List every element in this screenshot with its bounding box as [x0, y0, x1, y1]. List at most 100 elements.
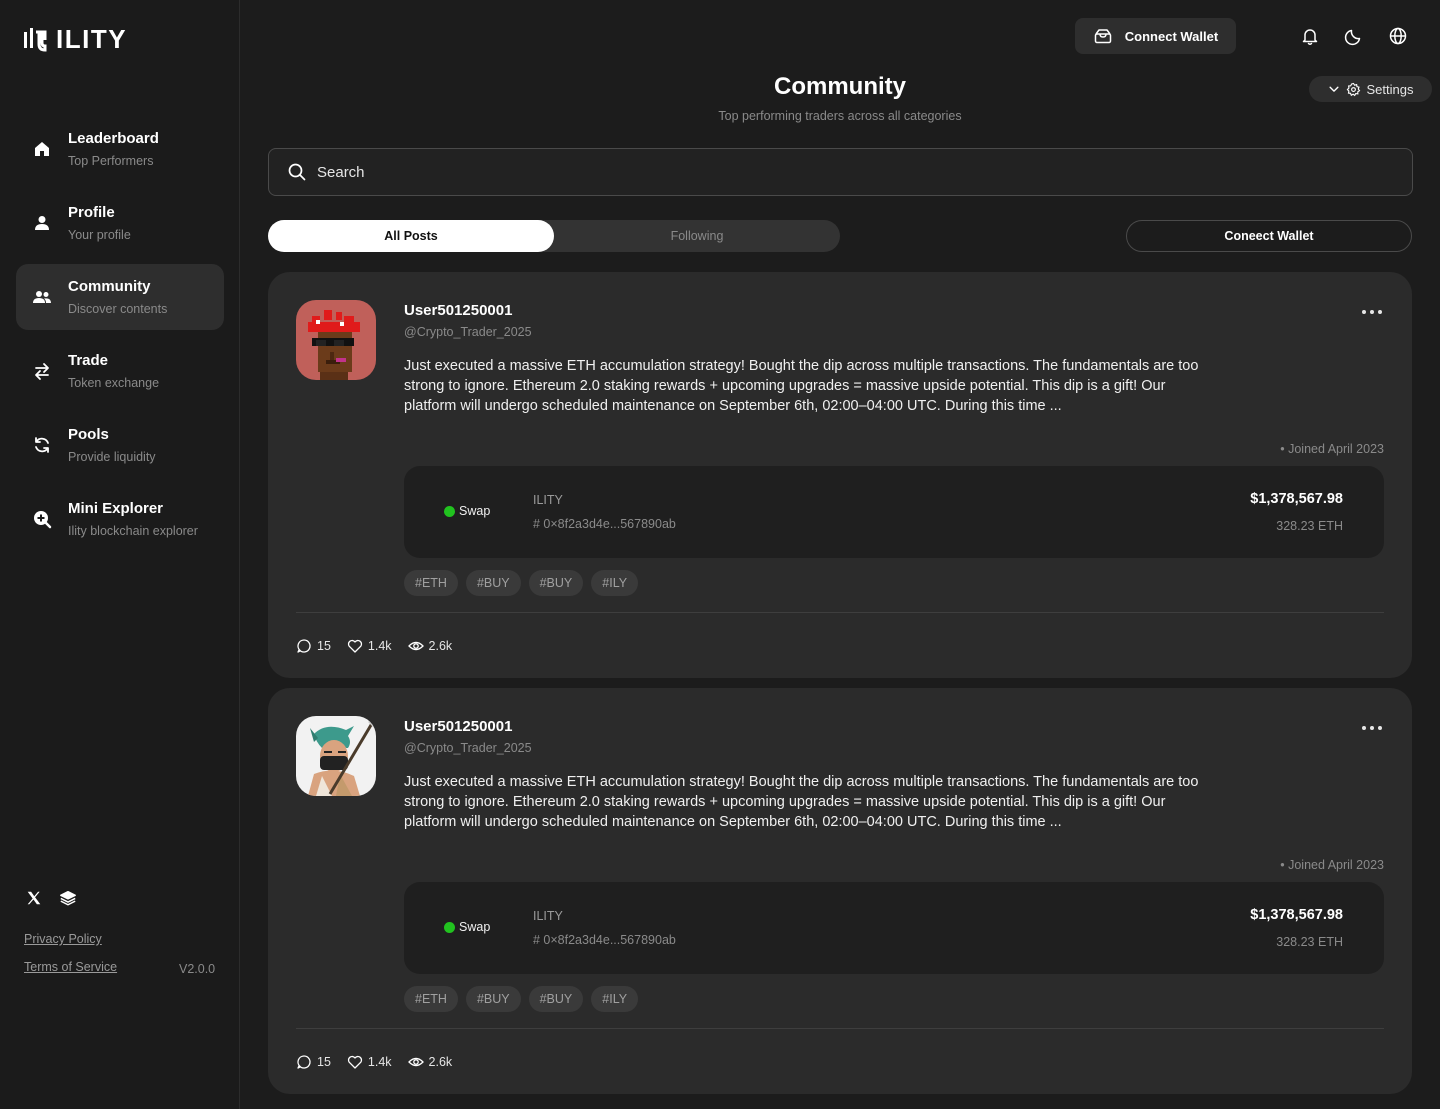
sidebar-item-leaderboard[interactable]: Leaderboard Top Performers — [16, 116, 224, 182]
tx-eth-amount: 328.23 ETH — [1276, 935, 1343, 949]
post-username[interactable]: User501250001 — [404, 718, 512, 735]
transaction-card[interactable]: Swap ILITY # 0×8f2a3d4e...567890ab $1,37… — [404, 882, 1384, 974]
dot — [1362, 310, 1366, 314]
like-button[interactable]: 1.4k — [347, 638, 392, 654]
tag[interactable]: #ILY — [591, 570, 639, 596]
tx-hash: # 0×8f2a3d4e...567890ab — [533, 517, 676, 531]
avatar[interactable] — [296, 300, 376, 380]
heart-icon — [347, 1055, 362, 1069]
tag[interactable]: #ETH — [404, 570, 458, 596]
tag[interactable]: #ETH — [404, 986, 458, 1012]
tab-all-posts[interactable]: All Posts — [268, 220, 554, 252]
sidebar-item-mini-explorer[interactable]: Mini Explorer Ility blockchain explorer — [16, 486, 224, 552]
version-label: V2.0.0 — [179, 962, 216, 976]
tx-type-label: Swap — [459, 920, 491, 934]
tx-amount: $1,378,567.98 — [1250, 491, 1343, 507]
views: 2.6k — [407, 638, 453, 654]
swap-arrows-icon — [32, 361, 52, 381]
tx-token: ILITY — [533, 493, 563, 507]
refresh-icon — [32, 435, 52, 455]
connect-wallet-secondary-button[interactable]: Coneect Wallet — [1126, 220, 1412, 252]
tag[interactable]: #BUY — [465, 986, 521, 1012]
joined-label: • Joined April 2023 — [1280, 858, 1384, 872]
status-dot-icon — [444, 505, 455, 517]
globe-icon[interactable] — [1388, 26, 1408, 46]
dot — [1378, 726, 1382, 730]
tag[interactable]: #BUY — [528, 570, 584, 596]
search-bar — [268, 148, 1413, 196]
sidebar-item-subtitle: Ility blockchain explorer — [68, 523, 198, 538]
transaction-card[interactable]: Swap ILITY # 0×8f2a3d4e...567890ab $1,37… — [404, 466, 1384, 558]
post-username[interactable]: User501250001 — [404, 302, 512, 319]
comment-button[interactable]: 15 — [296, 638, 331, 654]
dot — [1378, 310, 1382, 314]
tx-type: Swap — [444, 920, 490, 934]
tx-type-label: Swap — [459, 504, 491, 518]
post-stats: 15 1.4k 2.6k — [296, 1054, 452, 1070]
dot — [1362, 726, 1366, 730]
tx-hash: # 0×8f2a3d4e...567890ab — [533, 933, 676, 947]
tag-list: #ETH #BUY #BUY #ILY — [404, 570, 639, 596]
privacy-policy-link[interactable]: Privacy Policy — [24, 932, 102, 946]
more-options-button[interactable] — [1362, 310, 1382, 314]
post-card: User501250001 @Crypto_Trader_2025 Just e… — [268, 272, 1412, 678]
bell-icon[interactable] — [1300, 26, 1320, 46]
search-input[interactable] — [317, 163, 1317, 181]
joined-label: • Joined April 2023 — [1280, 442, 1384, 456]
logo[interactable]: ILITY — [24, 24, 127, 55]
view-count: 2.6k — [428, 1055, 453, 1069]
sidebar-item-subtitle: Top Performers — [68, 153, 154, 168]
page-title: Community — [774, 73, 906, 100]
tag[interactable]: #BUY — [528, 986, 584, 1012]
sidebar-item-profile[interactable]: Profile Your profile — [16, 190, 224, 256]
comment-button[interactable]: 15 — [296, 1054, 331, 1070]
tag[interactable]: #ILY — [591, 986, 639, 1012]
post-body: Just executed a massive ETH accumulation… — [404, 774, 1199, 830]
layers-icon[interactable] — [58, 888, 78, 908]
users-icon — [32, 287, 52, 307]
sidebar-item-pools[interactable]: Pools Provide liquidity — [16, 412, 224, 478]
sidebar-item-trade[interactable]: Trade Token exchange — [16, 338, 224, 404]
connect-wallet-label: Connect Wallet — [1124, 28, 1219, 44]
eye-icon — [407, 1057, 424, 1067]
tag[interactable]: #BUY — [465, 570, 521, 596]
user-icon — [32, 213, 52, 233]
search-plus-icon — [32, 509, 52, 529]
terms-of-service-link[interactable]: Terms of Service — [24, 960, 117, 974]
comment-icon — [297, 1055, 311, 1069]
sidebar-item-title: Community — [68, 277, 151, 295]
eye-icon — [407, 641, 424, 651]
dot — [1370, 310, 1374, 314]
character-avatar-image — [296, 716, 376, 796]
status-dot-icon — [444, 921, 455, 933]
view-count: 2.6k — [428, 639, 453, 653]
tx-token: ILITY — [533, 909, 563, 923]
home-icon — [32, 139, 52, 159]
sidebar-item-title: Pools — [68, 425, 109, 443]
post-card: User501250001 @Crypto_Trader_2025 Just e… — [268, 688, 1412, 1094]
moon-icon[interactable] — [1344, 26, 1364, 46]
divider — [296, 612, 1384, 613]
sidebar-item-subtitle: Token exchange — [68, 375, 160, 390]
like-count: 1.4k — [367, 1055, 392, 1069]
post-handle: @Crypto_Trader_2025 — [404, 325, 532, 339]
tx-type: Swap — [444, 504, 490, 518]
like-button[interactable]: 1.4k — [347, 1054, 392, 1070]
sidebar-item-subtitle: Discover contents — [68, 301, 168, 316]
avatar[interactable] — [296, 716, 376, 796]
sidebar-item-title: Trade — [68, 351, 109, 369]
logo-text: ILITY — [56, 24, 128, 54]
sidebar-item-community[interactable]: Community Discover contents — [16, 264, 224, 330]
more-options-button[interactable] — [1362, 726, 1382, 730]
connect-wallet-button[interactable]: Connect Wallet — [1075, 18, 1236, 54]
heart-icon — [347, 639, 362, 653]
x-twitter-icon[interactable] — [24, 888, 44, 908]
pixel-avatar-image — [296, 300, 376, 380]
dot — [1370, 726, 1374, 730]
ility-logo-icon — [24, 27, 47, 52]
search-icon — [288, 163, 306, 181]
tab-following[interactable]: Following — [554, 220, 840, 252]
post-stats: 15 1.4k 2.6k — [296, 638, 452, 654]
comment-count: 15 — [317, 639, 331, 653]
tag-list: #ETH #BUY #BUY #ILY — [404, 986, 639, 1012]
